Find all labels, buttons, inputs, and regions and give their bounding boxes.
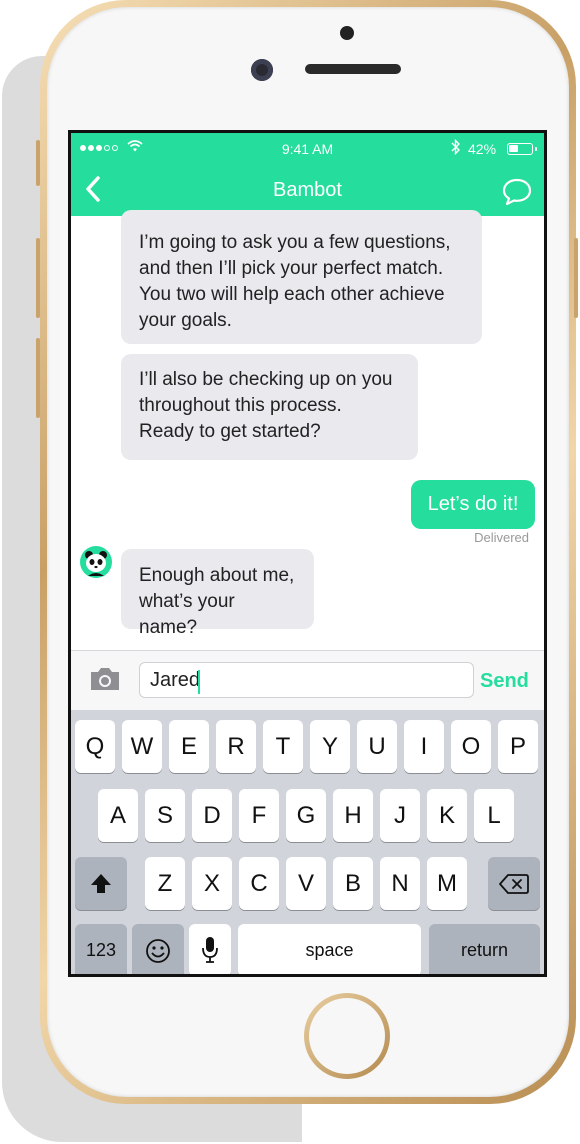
key-l[interactable]: L bbox=[474, 789, 514, 842]
bot-message-bubble: Enough about me, what’s your name? bbox=[121, 549, 314, 638]
return-key[interactable]: return bbox=[429, 924, 540, 974]
battery-percent: 42% bbox=[468, 141, 497, 157]
app-screen: 9:41 AM 42% Bambot I’m going to ask you … bbox=[71, 133, 544, 974]
shift-key[interactable] bbox=[75, 857, 127, 910]
battery-icon bbox=[507, 143, 537, 155]
key-f[interactable]: F bbox=[239, 789, 279, 842]
key-x[interactable]: X bbox=[192, 857, 232, 910]
home-button[interactable] bbox=[304, 993, 390, 1079]
key-u[interactable]: U bbox=[357, 720, 397, 773]
message-line: You two will help each other achieve bbox=[139, 284, 445, 305]
key-m[interactable]: M bbox=[427, 857, 467, 910]
emoji-key[interactable] bbox=[132, 924, 184, 974]
key-n[interactable]: N bbox=[380, 857, 420, 910]
key-c[interactable]: C bbox=[239, 857, 279, 910]
key-b[interactable]: B bbox=[333, 857, 373, 910]
numbers-key[interactable]: 123 bbox=[75, 924, 127, 974]
emoji-icon bbox=[146, 939, 170, 963]
key-r[interactable]: R bbox=[216, 720, 256, 773]
send-button[interactable]: Send bbox=[480, 670, 529, 693]
volume-up-button bbox=[36, 238, 40, 318]
message-line: your goals. bbox=[139, 310, 232, 331]
phone-screen: 9:41 AM 42% Bambot I’m going to ask you … bbox=[68, 130, 547, 977]
message-text: Let’s do it! bbox=[427, 493, 519, 515]
key-g[interactable]: G bbox=[286, 789, 326, 842]
bot-message-bubble: I’m going to ask you a few questions, an… bbox=[121, 210, 482, 344]
delete-key[interactable] bbox=[488, 857, 540, 910]
speech-bubble-icon[interactable] bbox=[501, 177, 533, 207]
key-j[interactable]: J bbox=[380, 789, 420, 842]
key-s[interactable]: S bbox=[145, 789, 185, 842]
front-camera bbox=[251, 59, 273, 81]
proximity-sensor bbox=[340, 26, 354, 40]
bot-avatar bbox=[80, 546, 112, 578]
earpiece-speaker bbox=[305, 64, 401, 74]
key-z[interactable]: Z bbox=[145, 857, 185, 910]
mute-switch bbox=[36, 140, 40, 186]
page-title: Bambot bbox=[273, 179, 342, 201]
message-line: throughout this process. bbox=[139, 395, 342, 416]
message-line: I’m going to ask you a few questions, bbox=[139, 232, 451, 253]
dictation-key[interactable] bbox=[189, 924, 231, 974]
app-header: 9:41 AM 42% Bambot bbox=[71, 133, 544, 216]
panda-icon bbox=[85, 551, 107, 576]
message-input[interactable] bbox=[139, 662, 474, 698]
bluetooth-icon bbox=[451, 139, 460, 155]
message-line: Enough about me, bbox=[139, 565, 295, 586]
keyboard: QWERTYUIOP ASDFGHJKL ZXCVBNM 123 space r… bbox=[71, 710, 544, 974]
message-composer: Send bbox=[71, 650, 544, 710]
key-p[interactable]: P bbox=[498, 720, 538, 773]
message-list: I’m going to ask you a few questions, an… bbox=[71, 210, 544, 650]
message-line: Ready to get started? bbox=[139, 421, 321, 442]
message-line: I’ll also be checking up on you bbox=[139, 369, 393, 390]
backspace-icon bbox=[499, 874, 529, 894]
key-q[interactable]: Q bbox=[75, 720, 115, 773]
key-y[interactable]: Y bbox=[310, 720, 350, 773]
shift-icon bbox=[91, 874, 111, 893]
status-bar: 9:41 AM 42% bbox=[71, 133, 544, 163]
message-line: and then I’ll pick your perfect match. bbox=[139, 258, 444, 279]
key-w[interactable]: W bbox=[122, 720, 162, 773]
bot-message-bubble: I’ll also be checking up on you througho… bbox=[121, 354, 418, 460]
volume-down-button bbox=[36, 338, 40, 418]
microphone-icon bbox=[202, 937, 218, 963]
message-line: what’s your name? bbox=[139, 591, 235, 638]
power-button bbox=[574, 238, 578, 318]
key-d[interactable]: D bbox=[192, 789, 232, 842]
key-a[interactable]: A bbox=[98, 789, 138, 842]
key-k[interactable]: K bbox=[427, 789, 467, 842]
key-t[interactable]: T bbox=[263, 720, 303, 773]
key-i[interactable]: I bbox=[404, 720, 444, 773]
delivery-status: Delivered bbox=[474, 530, 529, 545]
user-message-bubble: Let’s do it! bbox=[411, 480, 535, 529]
text-cursor bbox=[198, 670, 200, 694]
key-o[interactable]: O bbox=[451, 720, 491, 773]
space-key[interactable]: space bbox=[238, 924, 421, 974]
key-v[interactable]: V bbox=[286, 857, 326, 910]
camera-icon[interactable] bbox=[88, 665, 122, 693]
key-e[interactable]: E bbox=[169, 720, 209, 773]
key-h[interactable]: H bbox=[333, 789, 373, 842]
